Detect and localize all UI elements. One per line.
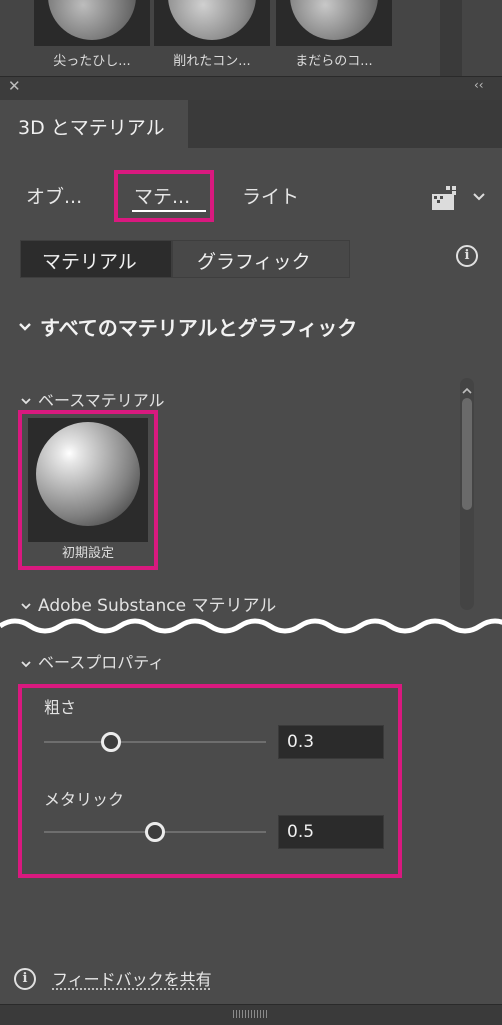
wavy-break (0, 618, 502, 636)
default-material-label: 初期設定 (61, 546, 114, 561)
preset-sphere (168, 0, 256, 40)
chevron-down-icon[interactable] (472, 188, 486, 207)
preset-label: 尖ったひし... (53, 54, 131, 69)
material-sphere (36, 422, 140, 526)
preset-scrollbar[interactable] (440, 0, 462, 76)
preset-sphere (290, 0, 378, 40)
scrollbar-thumb[interactable] (462, 398, 472, 510)
chevron-down-icon[interactable] (18, 318, 32, 337)
render-icon-graphic (432, 186, 456, 210)
subtab-underline (132, 210, 206, 212)
panel-titlebar (0, 76, 502, 101)
render-icon[interactable] (432, 186, 460, 212)
feedback-link[interactable]: フィードバックを共有 (52, 966, 212, 990)
preset-thumb-mottled[interactable] (276, 0, 392, 46)
info-icon: i (14, 968, 36, 990)
preset-thumb-chipped[interactable] (154, 0, 270, 46)
roughness-input[interactable]: 0.3 (278, 725, 384, 759)
metallic-label: メタリック (44, 790, 125, 809)
base-properties-heading[interactable]: ベースプロパティ (38, 649, 164, 673)
close-icon[interactable]: ✕ (8, 77, 21, 95)
roughness-slider[interactable] (44, 741, 266, 743)
preset-thumb-spiky[interactable] (34, 0, 150, 46)
all-materials-heading[interactable]: すべてのマテリアルとグラフィック (40, 312, 357, 341)
segment-material-label: マテリアル (42, 251, 137, 273)
metallic-slider-knob[interactable] (145, 822, 165, 842)
preset-label: まだらのコ... (295, 54, 373, 69)
resize-grip[interactable] (233, 1010, 269, 1018)
preset-label: 削れたコン... (173, 54, 251, 69)
roughness-label: 粗さ (44, 698, 77, 717)
tab-3d-materials-label: 3D とマテリアル (18, 117, 165, 139)
roughness-slider-knob[interactable] (100, 732, 121, 752)
base-material-heading[interactable]: ベースマテリアル (38, 387, 165, 411)
metallic-input[interactable]: 0.5 (278, 815, 384, 849)
preset-sphere (48, 0, 136, 40)
chevron-down-icon[interactable] (20, 391, 32, 410)
double-chevron-icon[interactable]: ‹‹ (474, 78, 484, 92)
chevron-down-icon[interactable] (20, 654, 32, 673)
info-icon[interactable]: i (456, 245, 478, 267)
segment-graphic-label: グラフィック (197, 251, 311, 273)
subtab-material[interactable]: マテ... (134, 182, 190, 209)
subtab-light[interactable]: ライト (242, 182, 299, 209)
subtab-object[interactable]: オブ... (26, 182, 82, 209)
chevron-up-icon[interactable] (462, 380, 472, 399)
